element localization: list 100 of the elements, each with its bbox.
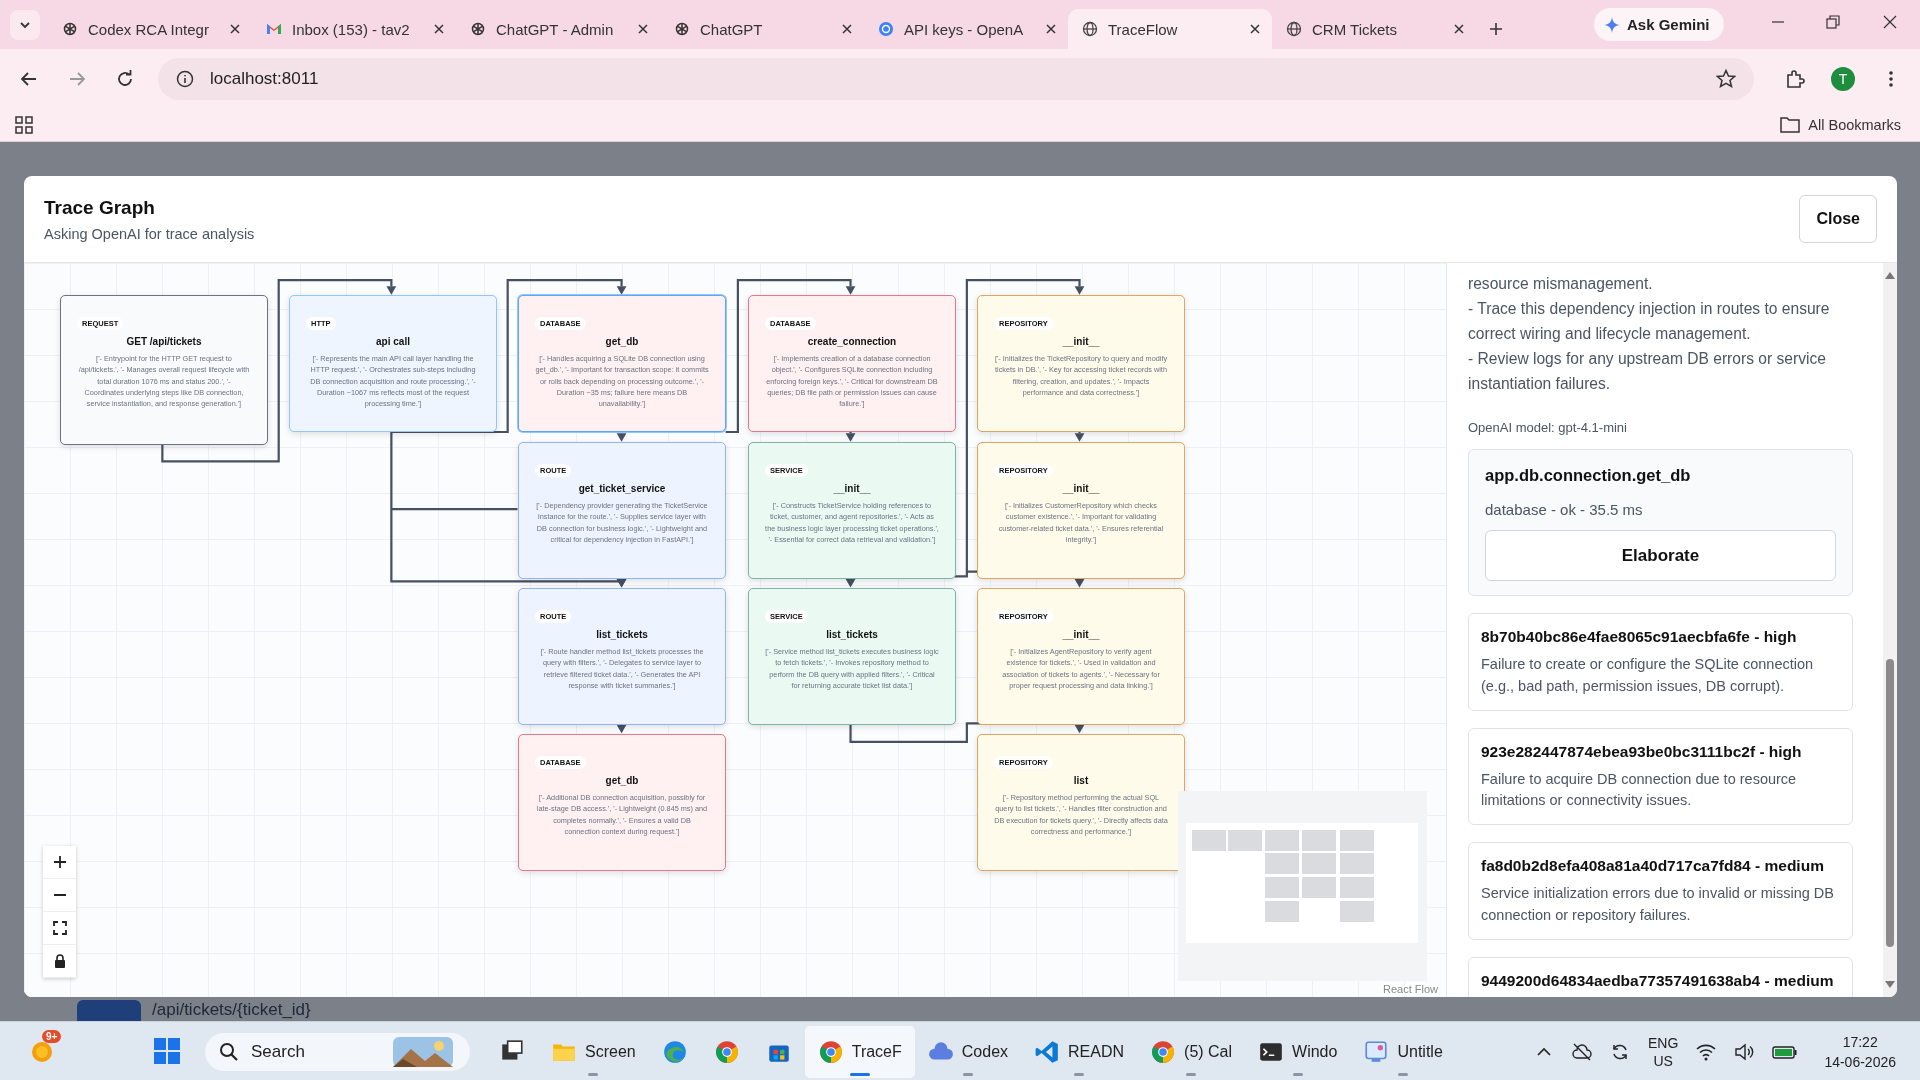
graph-node[interactable] — [748, 295, 956, 432]
node-title: list_tickets — [595, 629, 649, 640]
zoom-out-button[interactable] — [43, 879, 76, 912]
finding-title: 923e282447874ebea93be0bc3111bc2f - high — [1481, 742, 1803, 761]
node-title: __init__ — [1061, 483, 1101, 494]
graph-node[interactable] — [748, 442, 956, 579]
graph-node[interactable] — [977, 588, 1185, 725]
puzzle-icon — [1785, 68, 1805, 89]
taskbar-app[interactable]: Screen — [538, 1026, 649, 1078]
finding-card[interactable]: 8b70b40bc86e4fae8065c91aecbfa6fe - high Failure to create or configure the SQLite connection (e.g., bad path, permission issues, DB corrupt). — [1468, 613, 1853, 711]
close-icon[interactable] — [842, 24, 852, 34]
taskbar-app[interactable]: (5) Cal — [1137, 1026, 1246, 1078]
model-label: OpenAI model: gpt-4.1-mini — [1468, 420, 1628, 435]
forward-arrow-icon — [68, 69, 86, 88]
address-bar[interactable]: localhost:8011 — [158, 57, 1754, 100]
finding-title: fa8d0b2d8efa408a81a40d717ca7fd84 - medium — [1481, 857, 1825, 875]
mail-icon — [266, 21, 282, 37]
chrome-icon — [817, 1039, 844, 1065]
dialog-title: Trace Graph — [44, 196, 156, 219]
knot-icon — [62, 21, 78, 37]
finding-title: 9449200d64834aedba77357491638ab4 - medium — [1481, 971, 1835, 990]
gemini-button[interactable]: Ask Gemini — [1594, 8, 1724, 41]
minus-icon — [52, 893, 67, 897]
clock[interactable]: 17:22 14-06-2026 — [1824, 1032, 1896, 1072]
graph-node[interactable] — [518, 295, 726, 432]
back-arrow-icon — [20, 69, 38, 88]
taskbar-app[interactable]: Codex — [914, 1026, 1022, 1078]
graph-node[interactable] — [977, 295, 1185, 432]
reload-icon — [116, 69, 134, 88]
close-icon[interactable] — [230, 24, 240, 34]
code-editor-icon — [1034, 1039, 1061, 1065]
scrollbar[interactable] — [1883, 263, 1897, 997]
taskbar-app[interactable]: READN — [1021, 1026, 1138, 1078]
finding-card[interactable]: 923e282447874ebea93be0bc3111bc2f - high Failure to acquire DB connection due to resource limitations or connectivity issues. — [1468, 727, 1853, 825]
lock-button[interactable] — [43, 945, 76, 978]
all-bookmarks-button[interactable]: All Bookmarks — [1780, 116, 1901, 133]
scroll-up-icon[interactable] — [1885, 271, 1895, 279]
zoom-in-button[interactable] — [43, 846, 76, 879]
node-title: __init__ — [832, 483, 872, 494]
attribution-link[interactable]: React Flow — [1380, 983, 1440, 995]
knot-icon — [470, 21, 486, 37]
browser-tab[interactable]: CRM Tickets — [1272, 9, 1476, 49]
search-box[interactable]: Search — [205, 1033, 470, 1071]
notification-count: 9+ — [42, 1030, 62, 1043]
browser-tab[interactable]: TraceFlow — [1068, 9, 1272, 49]
search-icon — [219, 1042, 239, 1062]
close-icon[interactable] — [434, 24, 444, 34]
taskbar-app[interactable]: Untitle — [1350, 1026, 1456, 1078]
star-icon[interactable] — [1716, 68, 1736, 89]
browser-tab[interactable]: ChatGPT - Admin — [456, 9, 660, 49]
node-title: get_db — [604, 336, 640, 347]
node-title: __init__ — [1061, 336, 1101, 347]
fit-view-icon — [52, 921, 67, 935]
finding-card[interactable]: fa8d0b2d8efa408a81a40d717ca7fd84 - medium Service initialization errors due to invalid or missing DB connection or repository failures. — [1468, 842, 1853, 940]
apps-grid-icon[interactable] — [15, 115, 33, 134]
dialog-subtitle: Asking OpenAI for trace analysis — [44, 225, 255, 242]
finding-description: Failure to create or configure the SQLite connection (e.g., bad path, permission issues, DB corrupt). — [1481, 655, 1815, 696]
graph-node[interactable] — [518, 588, 726, 725]
browser-tab[interactable]: Codex RCA Integr — [48, 9, 252, 49]
node-title: get_ticket_service — [577, 483, 667, 494]
browser-tab[interactable]: ChatGPT — [660, 9, 864, 49]
globe-icon — [1286, 21, 1302, 37]
tab-search-button[interactable] — [10, 10, 40, 40]
browser-tab[interactable]: API keys - OpenA — [864, 9, 1068, 49]
graph-node[interactable] — [518, 734, 726, 871]
search-field[interactable]: Search — [249, 1041, 383, 1063]
info-icon[interactable] — [176, 69, 194, 88]
node-title: __init__ — [1061, 629, 1101, 640]
graph-node[interactable] — [289, 295, 497, 432]
browser-tab[interactable]: Inbox (153) - tav2 — [252, 9, 456, 49]
wave-circle-icon — [661, 1039, 688, 1065]
elaborate-button[interactable]: Elaborate — [1485, 530, 1836, 581]
fit-view-button[interactable] — [43, 912, 76, 945]
knot-icon — [878, 21, 894, 37]
close-button[interactable]: Close — [1799, 195, 1877, 243]
node-title: create_connection — [806, 336, 898, 347]
graph-node[interactable] — [60, 295, 268, 445]
graph-node[interactable] — [977, 734, 1185, 871]
close-icon[interactable] — [1250, 24, 1260, 34]
taskbar-app[interactable]: TraceF — [804, 1026, 915, 1078]
close-icon[interactable] — [638, 24, 648, 34]
close-icon[interactable] — [1454, 24, 1464, 34]
node-title: list_tickets — [825, 629, 879, 640]
cloud-off-icon[interactable] — [1572, 1042, 1593, 1062]
connector-arrow — [616, 723, 627, 734]
finding-card[interactable]: 9449200d64834aedba77357491638ab4 - medium — [1468, 956, 1853, 997]
start-button[interactable] — [152, 1037, 182, 1067]
close-icon[interactable] — [1046, 24, 1056, 34]
taskbar-app[interactable]: Windo — [1245, 1026, 1351, 1078]
graph-node[interactable] — [748, 588, 956, 725]
speaker-icon[interactable] — [1734, 1042, 1755, 1062]
knot-icon — [674, 21, 690, 37]
scrollbar-thumb[interactable] — [1886, 659, 1894, 947]
input-language[interactable]: ENG US — [1648, 1034, 1679, 1070]
palette-window-icon — [1363, 1039, 1390, 1065]
graph-node[interactable] — [518, 442, 726, 579]
wifi-icon[interactable] — [1696, 1042, 1717, 1062]
scroll-down-icon[interactable] — [1885, 981, 1895, 989]
url-text: localhost:8011 — [210, 68, 320, 89]
span-name: app.db.connection.get_db — [1485, 466, 1692, 485]
